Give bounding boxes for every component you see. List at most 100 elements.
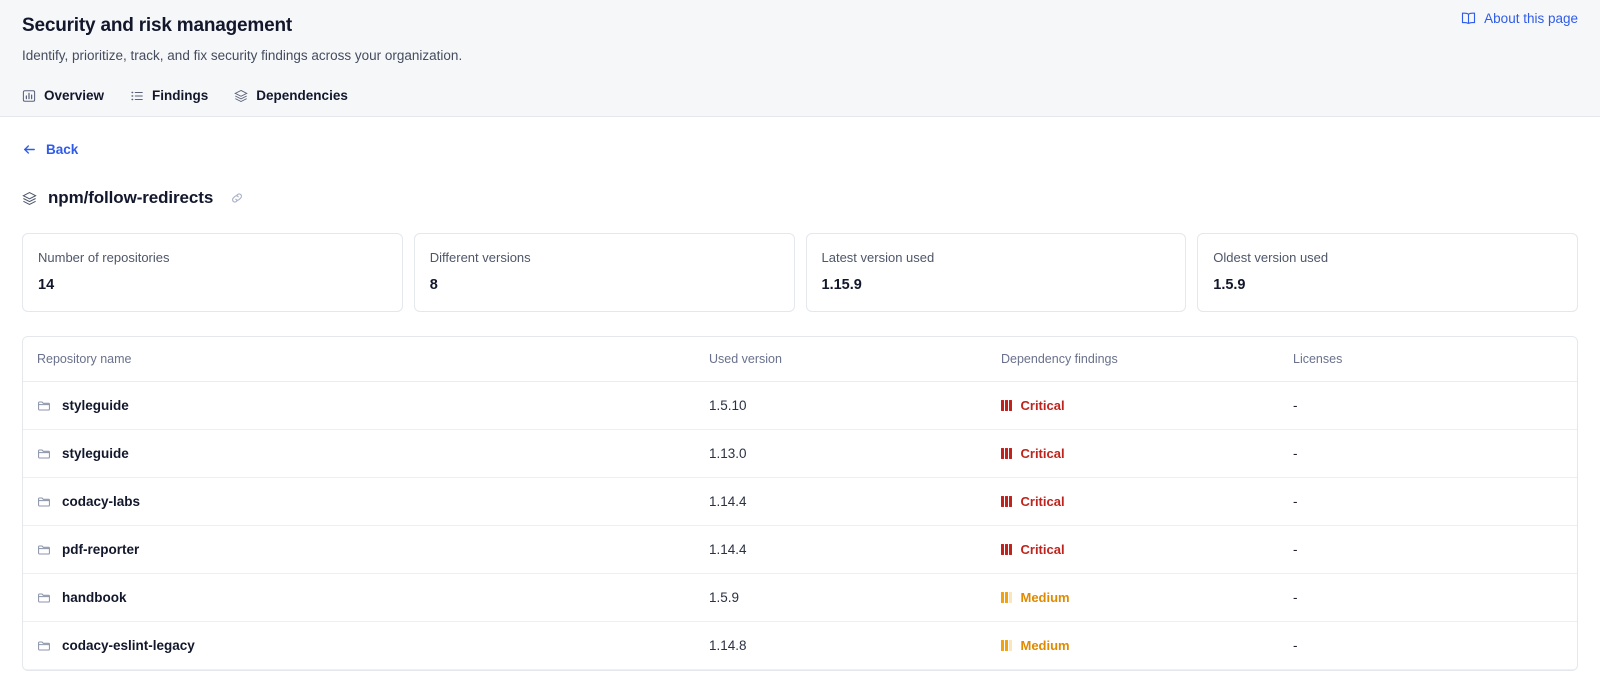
severity-meter-icon bbox=[1001, 448, 1012, 459]
main-content: Back npm/follow-redirects Number of repo… bbox=[0, 117, 1600, 671]
table-row[interactable]: styleguide 1.13.0 Critical - bbox=[23, 429, 1577, 478]
repository-name-label: pdf-reporter bbox=[62, 542, 140, 557]
tab-dependencies[interactable]: Dependencies bbox=[234, 88, 348, 107]
cell-repository-name: handbook bbox=[23, 573, 695, 622]
bar-chart-icon bbox=[22, 89, 36, 103]
stat-card-different-versions: Different versions 8 bbox=[413, 233, 795, 312]
cell-used-version: 1.5.9 bbox=[695, 573, 987, 622]
repository-name-label: styleguide bbox=[62, 398, 129, 413]
arrow-left-icon bbox=[22, 142, 37, 157]
severity-label: Critical bbox=[1020, 494, 1065, 509]
stat-card-label: Different versions bbox=[429, 250, 531, 265]
folder-icon bbox=[37, 447, 51, 461]
cell-dependency-findings: Critical bbox=[987, 477, 1279, 526]
cell-licenses: - bbox=[1279, 573, 1577, 622]
repositories-table: Repository name Used version Dependency … bbox=[22, 336, 1578, 671]
table-row[interactable]: handbook 1.5.9 Medium - bbox=[23, 573, 1577, 622]
repository-name-label: handbook bbox=[62, 590, 127, 605]
cell-repository-name: codacy-eslint-legacy bbox=[23, 621, 695, 670]
severity-meter-icon bbox=[1001, 544, 1012, 555]
cell-repository-name: codacy-labs bbox=[23, 477, 695, 526]
cell-repository-name: pdf-reporter bbox=[23, 525, 695, 574]
layers-icon bbox=[22, 191, 37, 206]
tab-overview-label: Overview bbox=[44, 88, 105, 103]
about-this-page-label: About this page bbox=[1484, 11, 1578, 26]
cell-licenses: - bbox=[1279, 525, 1577, 574]
table-row[interactable]: codacy-labs 1.14.4 Critical - bbox=[23, 477, 1577, 526]
table-header-row: Repository name Used version Dependency … bbox=[23, 337, 1577, 382]
folder-icon bbox=[37, 495, 51, 509]
stat-card-label: Latest version used bbox=[821, 250, 935, 265]
severity-badge: Critical bbox=[1001, 446, 1265, 461]
stat-card-latest-version-used: Latest version used 1.15.9 bbox=[805, 233, 1187, 312]
column-header-dependency-findings[interactable]: Dependency findings bbox=[987, 337, 1279, 382]
book-open-icon bbox=[1461, 11, 1476, 26]
folder-icon bbox=[37, 399, 51, 413]
stat-card-label: Oldest version used bbox=[1213, 250, 1329, 265]
severity-label: Critical bbox=[1020, 542, 1065, 557]
cell-dependency-findings: Critical bbox=[987, 381, 1279, 430]
cell-licenses: - bbox=[1279, 621, 1577, 670]
severity-badge: Critical bbox=[1001, 398, 1265, 413]
cell-used-version: 1.14.4 bbox=[695, 477, 987, 526]
table-row[interactable]: pdf-reporter 1.14.4 Critical - bbox=[23, 525, 1577, 574]
cell-dependency-findings: Critical bbox=[987, 525, 1279, 574]
folder-icon bbox=[37, 591, 51, 605]
severity-meter-icon bbox=[1001, 592, 1012, 603]
cell-licenses: - bbox=[1279, 381, 1577, 430]
folder-icon bbox=[37, 543, 51, 557]
repository-name-label: styleguide bbox=[62, 446, 129, 461]
about-this-page-link[interactable]: About this page bbox=[1461, 11, 1578, 26]
package-name: npm/follow-redirects bbox=[48, 188, 214, 207]
severity-meter-icon bbox=[1001, 400, 1012, 411]
repository-name-label: codacy-labs bbox=[62, 494, 141, 509]
page-subtitle: Identify, prioritize, track, and fix sec… bbox=[22, 48, 463, 63]
link-icon[interactable] bbox=[230, 191, 244, 205]
tab-overview[interactable]: Overview bbox=[22, 88, 104, 107]
stat-card-list: Number of repositories 14 Different vers… bbox=[22, 233, 1578, 312]
tab-dependencies-label: Dependencies bbox=[256, 88, 348, 103]
severity-badge: Medium bbox=[1001, 590, 1265, 605]
cell-used-version: 1.5.10 bbox=[695, 381, 987, 430]
stat-card-value: 14 bbox=[38, 277, 55, 293]
tab-findings-label: Findings bbox=[152, 88, 209, 103]
severity-badge: Critical bbox=[1001, 542, 1265, 557]
severity-label: Critical bbox=[1020, 398, 1065, 413]
table-row[interactable]: codacy-eslint-legacy 1.14.8 Medium - bbox=[23, 621, 1577, 670]
stat-card-value: 1.5.9 bbox=[1213, 277, 1246, 293]
column-header-licenses[interactable]: Licenses bbox=[1279, 337, 1577, 382]
cell-dependency-findings: Medium bbox=[987, 573, 1279, 622]
table-body: styleguide 1.5.10 Critical - styleguide 1.13.… bbox=[23, 381, 1577, 670]
stat-card-value: 1.15.9 bbox=[821, 277, 862, 293]
tab-bar: Overview Findings Dependencies bbox=[22, 88, 1578, 107]
severity-badge: Medium bbox=[1001, 638, 1265, 653]
package-heading: npm/follow-redirects bbox=[22, 188, 1578, 208]
repository-name-label: codacy-eslint-legacy bbox=[62, 638, 195, 653]
page-title: Security and risk management bbox=[22, 15, 293, 36]
severity-label: Critical bbox=[1020, 446, 1065, 461]
severity-label: Medium bbox=[1020, 590, 1070, 605]
column-header-used-version[interactable]: Used version bbox=[695, 337, 987, 382]
back-link-label: Back bbox=[46, 142, 79, 157]
cell-licenses: - bbox=[1279, 429, 1577, 478]
table-row[interactable]: styleguide 1.5.10 Critical - bbox=[23, 381, 1577, 430]
cell-dependency-findings: Medium bbox=[987, 621, 1279, 670]
stat-card-number-of-repositories: Number of repositories 14 bbox=[22, 233, 403, 312]
stat-card-value: 8 bbox=[429, 277, 438, 293]
layers-icon bbox=[234, 89, 249, 103]
cell-used-version: 1.14.4 bbox=[695, 525, 987, 574]
back-link[interactable]: Back bbox=[22, 142, 78, 157]
cell-licenses: - bbox=[1279, 477, 1577, 526]
cell-used-version: 1.14.8 bbox=[695, 621, 987, 670]
column-header-repository-name[interactable]: Repository name bbox=[23, 337, 695, 382]
page-header: Security and risk management Identify, p… bbox=[0, 0, 1600, 117]
folder-icon bbox=[37, 639, 51, 653]
tab-findings[interactable]: Findings bbox=[130, 88, 208, 107]
list-icon bbox=[130, 89, 144, 103]
cell-repository-name: styleguide bbox=[23, 429, 695, 478]
severity-badge: Critical bbox=[1001, 494, 1265, 509]
cell-repository-name: styleguide bbox=[23, 381, 695, 430]
cell-used-version: 1.13.0 bbox=[695, 429, 987, 478]
severity-meter-icon bbox=[1001, 640, 1012, 651]
severity-label: Medium bbox=[1020, 638, 1070, 653]
